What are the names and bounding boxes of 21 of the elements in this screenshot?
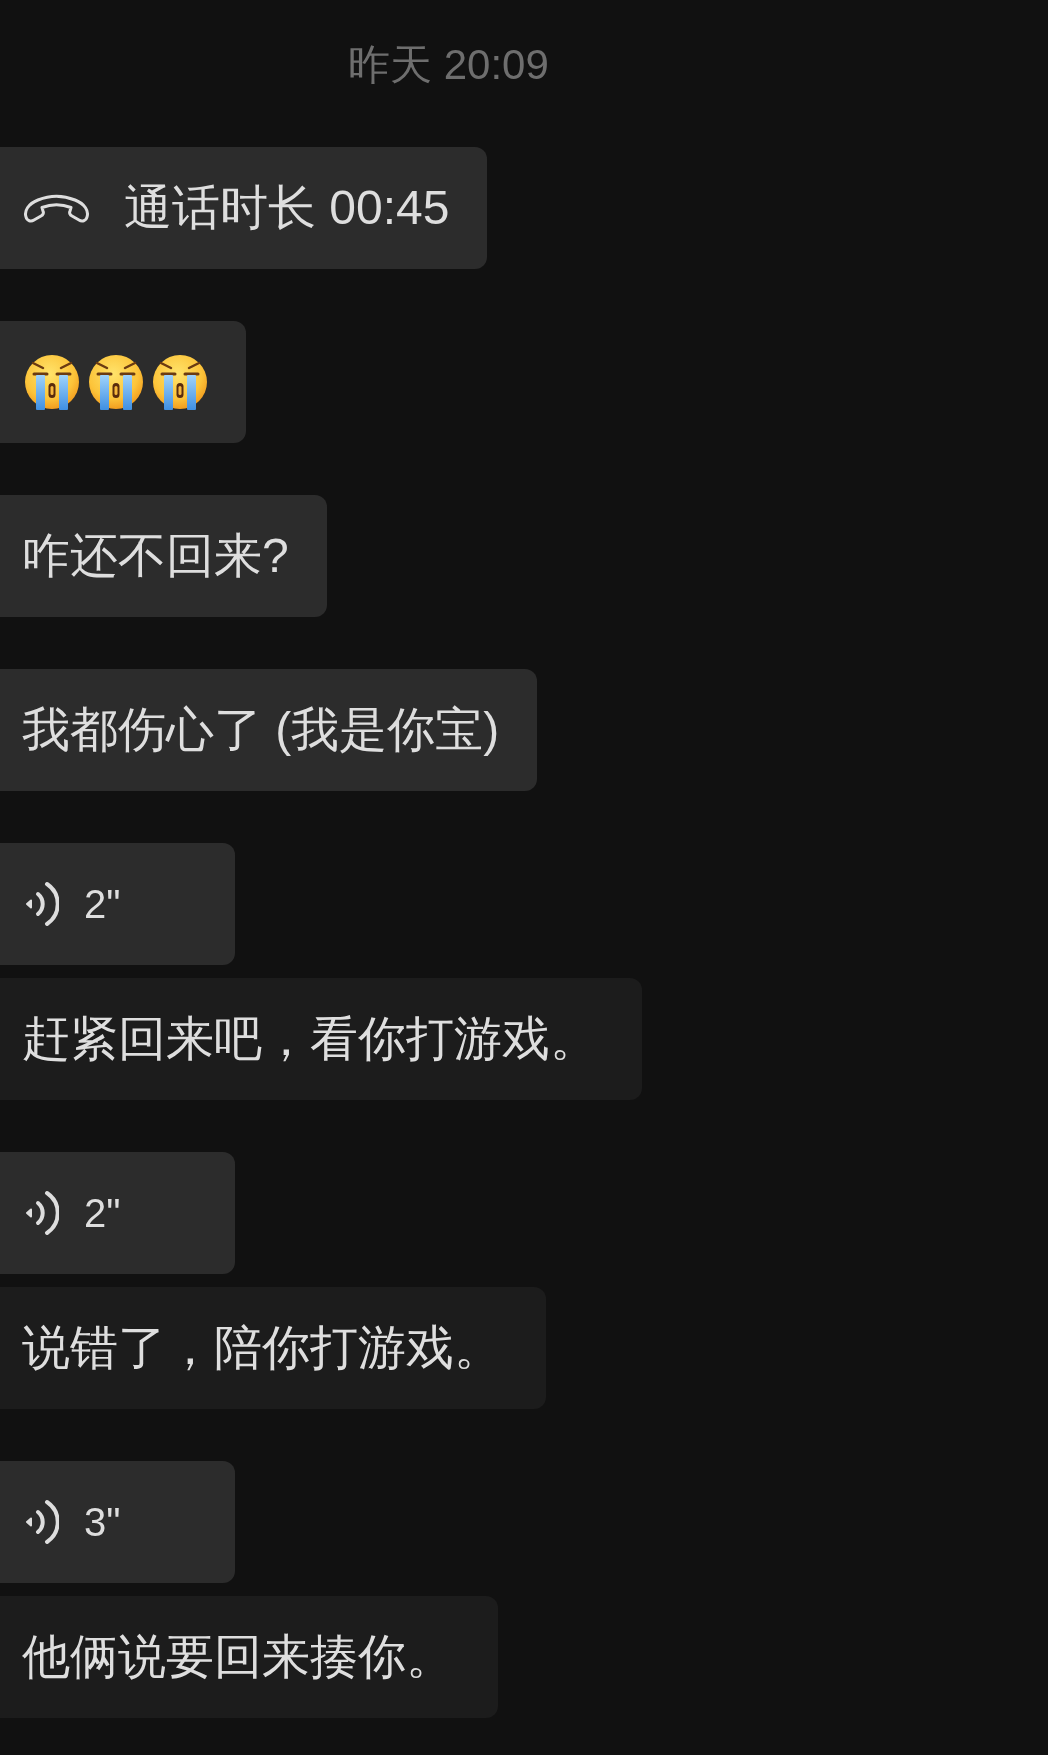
sound-wave-icon [25, 881, 59, 927]
call-duration-text: 通话时长 00:45 [124, 180, 450, 236]
transcription-text: 说错了，陪你打游戏。 [22, 1320, 502, 1376]
phone-handset-icon [21, 192, 92, 224]
transcription-text: 赶紧回来吧，看你打游戏。 [22, 1011, 598, 1067]
crying-face-icon [151, 353, 209, 411]
voice-duration: 2" [84, 881, 121, 928]
voice-duration: 3" [84, 1499, 121, 1546]
crying-face-icon [23, 353, 81, 411]
message-text: 我都伤心了 (我是你宝) [22, 702, 500, 758]
message-text: 咋还不回来? [22, 528, 289, 584]
voice-message-bubble[interactable]: 3" [0, 1461, 235, 1583]
timestamp: 昨天 20:09 [348, 42, 549, 88]
transcription-text: 他俩说要回来揍你。 [22, 1629, 454, 1685]
call-record-bubble[interactable]: 通话时长 00:45 [0, 147, 488, 269]
sound-wave-icon [25, 1190, 59, 1236]
crying-face-icon [87, 353, 145, 411]
voice-message-bubble[interactable]: 2" [0, 1152, 235, 1274]
voice-duration: 2" [84, 1190, 121, 1237]
voice-message-bubble[interactable]: 2" [0, 843, 235, 965]
sound-wave-icon [25, 1499, 59, 1545]
